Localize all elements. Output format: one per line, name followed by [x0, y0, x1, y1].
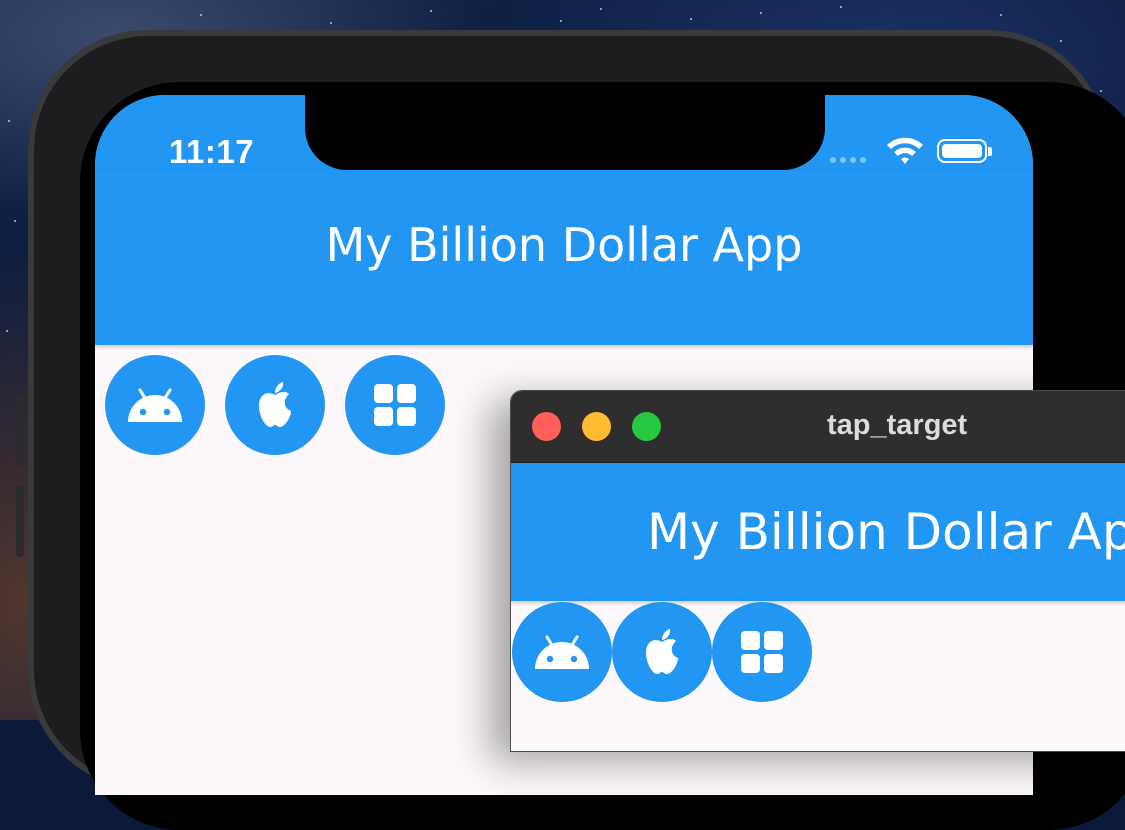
status-bar: 11:17 — [95, 95, 1033, 170]
app-bar: My Billion Dollar App — [95, 170, 1033, 345]
window-windows-button[interactable] — [712, 602, 812, 702]
android-button[interactable] — [105, 355, 205, 455]
battery-icon — [937, 139, 992, 163]
cellular-signal-icon — [830, 157, 866, 163]
apple-icon — [646, 629, 678, 674]
zoom-window-button[interactable] — [632, 412, 661, 441]
window-app-bar: My Billion Dollar App — [511, 463, 1125, 601]
app-bar-title: My Billion Dollar App — [325, 218, 803, 272]
window-titlebar[interactable]: tap_target — [511, 391, 1125, 463]
close-window-button[interactable] — [532, 412, 561, 441]
windows-icon — [741, 631, 783, 673]
window-android-button[interactable] — [512, 602, 612, 702]
platform-button-row — [105, 355, 445, 455]
phone-notch — [305, 95, 825, 170]
android-icon — [128, 388, 182, 422]
desktop-window: tap_target My Billion Dollar App — [510, 390, 1125, 752]
windows-icon — [374, 384, 416, 426]
windows-button[interactable] — [345, 355, 445, 455]
wifi-icon — [887, 137, 923, 164]
status-time: 11:17 — [169, 133, 255, 170]
window-title: tap_target — [827, 409, 968, 441]
phone-side-button — [16, 395, 24, 467]
window-app-bar-title: My Billion Dollar App — [647, 503, 1125, 561]
apple-button[interactable] — [225, 355, 325, 455]
minimize-window-button[interactable] — [582, 412, 611, 441]
apple-icon — [259, 382, 291, 427]
window-platform-button-row — [512, 602, 812, 702]
phone-side-button — [16, 485, 24, 557]
android-icon — [535, 635, 589, 669]
window-apple-button[interactable] — [612, 602, 712, 702]
